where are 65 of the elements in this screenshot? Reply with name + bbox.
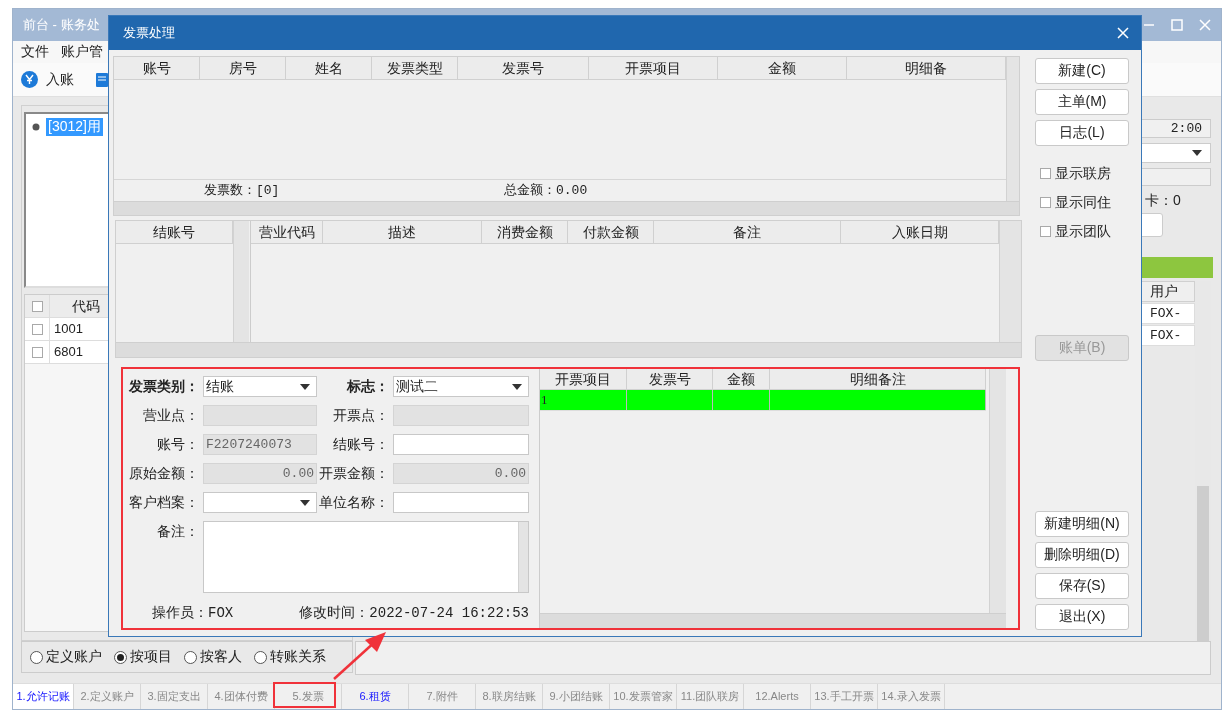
- field-label: 备注：: [157, 522, 199, 541]
- column-header[interactable]: 营业代码: [251, 221, 323, 243]
- dropdown[interactable]: 结账: [203, 376, 317, 397]
- column-header[interactable]: 发票号: [458, 57, 589, 79]
- field-label: 开票点：: [333, 406, 389, 425]
- table-cell: FOX-: [1139, 325, 1195, 346]
- radio-option[interactable]: 按客人: [184, 648, 242, 666]
- table-cell: 1: [540, 390, 627, 410]
- card-count: 卡：0: [1144, 191, 1182, 210]
- column-header[interactable]: 房号: [200, 57, 286, 79]
- button[interactable]: 日志(L): [1035, 120, 1129, 146]
- summary-text: 发票数：[0]: [204, 182, 281, 200]
- operator-text: 操作员：FOX: [152, 604, 234, 622]
- table-cell: FOX-: [1139, 303, 1195, 324]
- button[interactable]: 退出(X): [1035, 604, 1129, 630]
- dropdown[interactable]: 测试二: [393, 376, 529, 397]
- column-header[interactable]: 金额: [718, 57, 847, 79]
- radio-option[interactable]: 转账关系: [254, 648, 326, 666]
- field-label: 营业点：: [143, 406, 199, 425]
- radio-label: 按客人: [200, 648, 242, 666]
- field-label: 账号：: [157, 435, 199, 454]
- checkbox-label: 显示团队: [1055, 222, 1111, 241]
- window-title: 前台 - 账务处: [23, 16, 100, 34]
- menu-item[interactable]: 账户管: [61, 43, 103, 61]
- field-label: 单位名称：: [319, 493, 389, 512]
- field-label: 结账号：: [333, 435, 389, 454]
- modified-time: 修改时间：2022-07-24 16:22:53: [299, 604, 529, 622]
- column-header[interactable]: 发票类型: [372, 57, 458, 79]
- button[interactable]: 保存(S): [1035, 573, 1129, 599]
- dialog-title: 发票处理: [123, 24, 175, 42]
- column-header[interactable]: 消费金额: [482, 221, 568, 243]
- button[interactable]: 主单(M): [1035, 89, 1129, 115]
- checkbox-label: 显示联房: [1055, 164, 1111, 183]
- radio-label: 按项目: [130, 648, 172, 666]
- column-header[interactable]: 金额: [713, 369, 770, 389]
- column-header[interactable]: 姓名: [286, 57, 372, 79]
- button[interactable]: 新建(C): [1035, 58, 1129, 84]
- field-label: 发票类别：: [129, 377, 199, 396]
- toolbar-button[interactable]: 入账: [21, 70, 74, 89]
- column-header[interactable]: 付款金额: [568, 221, 654, 243]
- time-field[interactable]: 2:00: [1139, 119, 1211, 138]
- column-header[interactable]: 明细备注: [770, 369, 986, 389]
- column-header[interactable]: 用户: [1139, 281, 1195, 302]
- column-header[interactable]: 账号: [114, 57, 200, 79]
- column-header[interactable]: 发票号: [627, 369, 713, 389]
- table-row[interactable]: 1: [540, 390, 986, 411]
- radio-option[interactable]: 定义账户: [30, 648, 102, 666]
- field-label: 原始金额：: [129, 464, 199, 483]
- field-label: 标志：: [347, 377, 389, 396]
- button[interactable]: 新建明细(N): [1035, 511, 1129, 537]
- field-label: 客户档案：: [129, 493, 199, 512]
- checkbox-label: 显示同住: [1055, 193, 1111, 212]
- column-header[interactable]: 开票项目: [540, 369, 627, 389]
- button[interactable]: 删除明细(D): [1035, 542, 1129, 568]
- column-header[interactable]: 描述: [323, 221, 482, 243]
- radio-label: 定义账户: [46, 648, 102, 666]
- column-header[interactable]: 备注: [654, 221, 841, 243]
- radio-label: 转账关系: [270, 648, 326, 666]
- radio-option[interactable]: 按项目: [114, 648, 172, 666]
- column-header[interactable]: 开票项目: [589, 57, 718, 79]
- summary-text: 总金额：0.00: [504, 182, 589, 200]
- menu-item[interactable]: 文件: [21, 43, 49, 61]
- field-label: 开票金额：: [319, 464, 389, 483]
- tab[interactable]: 1.允许记账: [13, 684, 74, 709]
- toolbar-label: 入账: [46, 70, 74, 89]
